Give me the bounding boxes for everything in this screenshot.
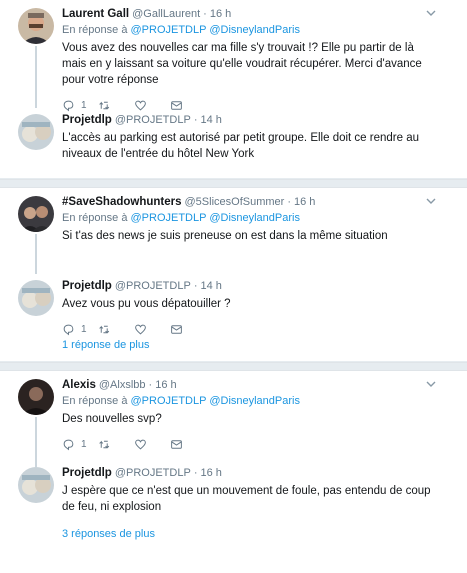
tweet-text: J espère que ce n'est que un mouvement d… [62, 485, 431, 513]
author-handle[interactable]: @PROJETDLP [115, 278, 191, 294]
like-icon [135, 324, 146, 334]
author-handle[interactable]: @PROJETDLP [115, 112, 191, 128]
author-handle[interactable]: @PROJETDLP [115, 465, 191, 481]
chevron-down-icon[interactable] [425, 8, 437, 18]
avatar[interactable] [18, 379, 54, 415]
retweet-icon [99, 325, 110, 333]
mention-link[interactable]: @PROJETDLP [131, 212, 207, 224]
author-handle[interactable]: @5SlicesOfSummer [185, 194, 285, 210]
tweet-text: Si t'as des news je suis preneuse on est… [62, 230, 388, 242]
mention-link[interactable]: @PROJETDLP [131, 395, 207, 407]
timestamp[interactable]: 16 h [294, 194, 315, 210]
tweet-header: Projetdlp @PROJETDLP · 14 h [62, 112, 222, 128]
tweet-text: Des nouvelles svp? [62, 413, 162, 425]
tweet-header: #SaveShadowhunters @5SlicesOfSummer · 16… [62, 194, 316, 210]
like-button[interactable] [134, 323, 164, 336]
direct-message-button[interactable] [170, 438, 200, 451]
avatar[interactable] [18, 8, 54, 44]
author-handle[interactable]: @Alxslbb [99, 377, 146, 393]
thread-divider [0, 179, 467, 188]
chevron-down-icon[interactable] [425, 379, 437, 389]
tweet[interactable]: Projetdlp @PROJETDLP · 14 h Avez vous pu… [0, 272, 467, 336]
chevron-down-icon[interactable] [425, 196, 437, 206]
author-handle[interactable]: @GallLaurent [132, 6, 200, 22]
reply-context: En réponse à @PROJETDLP @DisneylandParis [62, 212, 300, 224]
thread: Laurent Gall @GallLaurent · 16 h En répo… [0, 0, 467, 179]
reply-context: En réponse à @PROJETDLP @DisneylandParis [62, 24, 300, 36]
direct-message-icon [171, 324, 182, 334]
tweet-header: Alexis @Alxslbb · 16 h [62, 377, 177, 393]
timestamp[interactable]: 14 h [200, 112, 221, 128]
conversation-feed: Laurent Gall @GallLaurent · 16 h En répo… [0, 0, 467, 573]
direct-message-icon [171, 439, 182, 449]
tweet[interactable]: Laurent Gall @GallLaurent · 16 h En répo… [0, 0, 467, 111]
like-icon [135, 439, 146, 449]
reply-count: 1 [81, 323, 87, 335]
tweet-text: L'accès au parking est autorisé par peti… [62, 132, 419, 160]
thread: #SaveShadowhunters @5SlicesOfSummer · 16… [0, 188, 467, 362]
tweet-header: Projetdlp @PROJETDLP · 16 h [62, 465, 222, 481]
author-name[interactable]: Laurent Gall [62, 6, 129, 22]
author-name[interactable]: Projetdlp [62, 278, 112, 294]
tweet-header: Projetdlp @PROJETDLP · 14 h [62, 278, 222, 294]
avatar[interactable] [18, 114, 54, 150]
mention-link[interactable]: @PROJETDLP [131, 24, 207, 36]
tweet-text: Vous avez des nouvelles car ma fille s'y… [62, 42, 422, 86]
tweet-actions: 1 [62, 431, 439, 457]
reply-icon [63, 439, 74, 450]
thread: Alexis @Alxslbb · 16 h En réponse à @PRO… [0, 371, 467, 550]
retweet-button[interactable] [98, 323, 128, 336]
tweet[interactable]: Projetdlp @PROJETDLP · 16 h J espère que… [0, 459, 467, 525]
timestamp[interactable]: 16 h [210, 6, 231, 22]
reply-context: En réponse à @PROJETDLP @DisneylandParis [62, 395, 300, 407]
timestamp[interactable]: 16 h [155, 377, 176, 393]
author-name[interactable]: Alexis [62, 377, 96, 393]
avatar[interactable] [18, 467, 54, 503]
retweet-icon [99, 440, 110, 448]
avatar[interactable] [18, 280, 54, 316]
retweet-button[interactable] [98, 438, 128, 451]
timestamp[interactable]: 16 h [200, 465, 221, 481]
tweet[interactable]: #SaveShadowhunters @5SlicesOfSummer · 16… [0, 188, 467, 272]
tweet-actions: 1 [62, 316, 439, 342]
tweet[interactable]: Alexis @Alxslbb · 16 h En réponse à @PRO… [0, 371, 467, 459]
avatar[interactable] [18, 196, 54, 232]
mention-link[interactable]: @DisneylandParis [209, 24, 300, 36]
tweet[interactable]: Projetdlp @PROJETDLP · 14 h L'accès au p… [0, 106, 467, 178]
author-name[interactable]: #SaveShadowhunters [62, 194, 182, 210]
timestamp[interactable]: 14 h [200, 278, 221, 294]
direct-message-button[interactable] [170, 323, 200, 336]
thread-divider [0, 362, 467, 371]
mention-link[interactable]: @DisneylandParis [209, 395, 300, 407]
reply-button[interactable]: 1 [62, 323, 92, 336]
mention-link[interactable]: @DisneylandParis [209, 212, 300, 224]
tweet-header: Laurent Gall @GallLaurent · 16 h [62, 6, 232, 22]
reply-count: 1 [81, 438, 87, 450]
tweet-text: Avez vous pu vous dépatouiller ? [62, 298, 231, 310]
reply-icon [63, 324, 74, 335]
author-name[interactable]: Projetdlp [62, 465, 112, 481]
like-button[interactable] [134, 438, 164, 451]
show-more-replies-link[interactable]: 3 réponses de plus [0, 525, 467, 550]
reply-button[interactable]: 1 [62, 438, 92, 451]
author-name[interactable]: Projetdlp [62, 112, 112, 128]
